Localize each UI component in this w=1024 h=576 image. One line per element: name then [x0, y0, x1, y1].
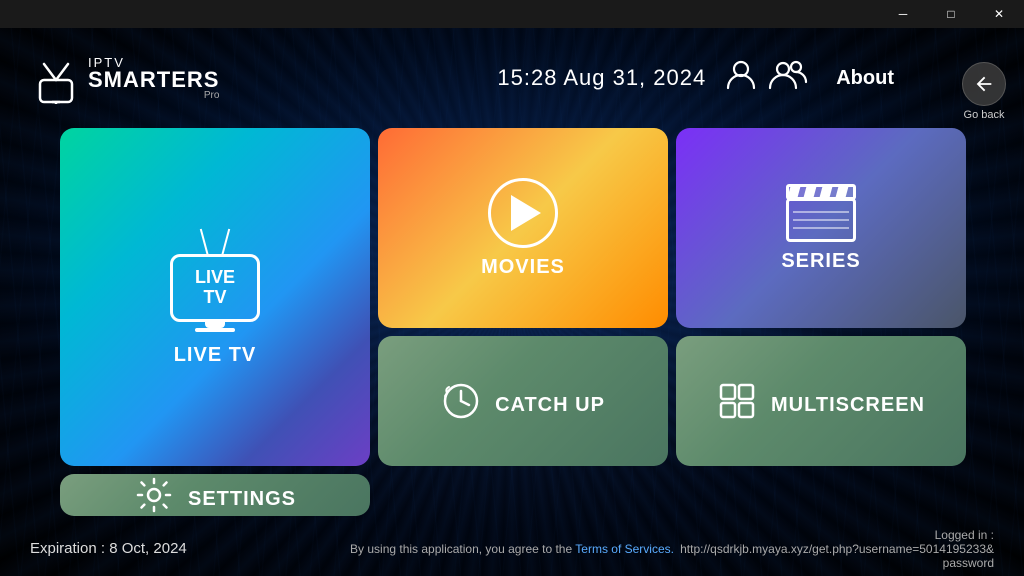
- cards-grid: LIVETV LIVE TV MOVIES: [60, 128, 964, 516]
- tv-inner-text: LIVETV: [195, 268, 235, 308]
- tv-stand: [205, 322, 225, 328]
- datetime: 15:28 Aug 31, 2024: [497, 65, 706, 91]
- about-button[interactable]: About: [826, 63, 904, 94]
- multiscreen-icon: [717, 381, 757, 421]
- movies-label: MOVIES: [481, 256, 565, 279]
- terms-text: By using this application, you agree to …: [350, 542, 674, 556]
- tv-antenna: [207, 228, 223, 256]
- header-right: 15:28 Aug 31, 2024: [497, 58, 994, 99]
- logged-in-info: Logged in : http://qsdrkjb.myaya.xyz/get…: [674, 528, 994, 570]
- catchup-label: CATCH UP: [495, 394, 605, 417]
- livetv-label: LIVE TV: [174, 344, 257, 367]
- header: IPTV SMARTERS Pro 15:28 Aug 31, 2024: [0, 28, 1024, 128]
- clock-icon: [441, 381, 481, 421]
- play-triangle: [511, 195, 541, 231]
- person-svg: [724, 58, 758, 92]
- settings-icon: [134, 475, 174, 515]
- clapper-stripe: [836, 187, 849, 197]
- clapper-main: [786, 198, 856, 242]
- settings-label: SETTINGS: [188, 488, 296, 511]
- logo-text: IPTV SMARTERS Pro: [88, 56, 219, 101]
- footer: Expiration : 8 Oct, 2024 By using this a…: [0, 521, 1024, 576]
- clapper-line: [793, 219, 849, 221]
- logo-smarters: SMARTERS: [88, 69, 219, 91]
- multiscreen-card[interactable]: MULTISCREEN: [676, 336, 966, 466]
- header-icons: [724, 58, 808, 99]
- clapper-stripe: [820, 187, 833, 197]
- titlebar: ─ □ ✕: [0, 0, 1024, 28]
- logged-in-label: Logged in :: [935, 528, 994, 542]
- main-area: Go back IPTV SMARTERS Pro 15:28 Aug 31, …: [0, 28, 1024, 576]
- antenna-left: [200, 228, 209, 256]
- clapper-line: [793, 227, 849, 229]
- tv-base: [195, 328, 235, 332]
- livetv-icon: LIVETV: [170, 228, 260, 332]
- logged-in-url: http://qsdrkjb.myaya.xyz/get.php?usernam…: [680, 542, 994, 570]
- settings-card[interactable]: SETTINGS: [60, 474, 370, 516]
- clapper-stripe: [788, 187, 801, 197]
- profile-icon[interactable]: [724, 58, 758, 99]
- clapper-icon: [786, 184, 856, 242]
- clapper-line: [793, 211, 849, 213]
- terms-link[interactable]: Terms of Services.: [575, 542, 674, 556]
- expiry-text: Expiration : 8 Oct, 2024: [30, 540, 187, 557]
- goback-button[interactable]: [962, 62, 1006, 106]
- tv-body: LIVETV: [170, 254, 260, 322]
- goback-area: Go back: [944, 56, 1024, 121]
- series-label: SERIES: [781, 250, 860, 273]
- maximize-button[interactable]: □: [928, 0, 974, 28]
- goback-label: Go back: [964, 109, 1005, 121]
- movies-card[interactable]: MOVIES: [378, 128, 668, 328]
- logo-icon: [30, 52, 82, 104]
- antenna-right: [221, 228, 230, 256]
- series-card[interactable]: SERIES: [676, 128, 966, 328]
- terms-prefix: By using this application, you agree to …: [350, 542, 575, 556]
- clapper-stripe: [804, 187, 817, 197]
- multiscreen-label: MULTISCREEN: [771, 394, 925, 417]
- logo: IPTV SMARTERS Pro: [30, 52, 219, 104]
- livetv-card[interactable]: LIVETV LIVE TV: [60, 128, 370, 466]
- close-button[interactable]: ✕: [976, 0, 1022, 28]
- goback-icon: [973, 73, 995, 95]
- multiuser-svg: [768, 58, 808, 92]
- play-icon: [488, 178, 558, 248]
- multiuser-icon[interactable]: [768, 58, 808, 99]
- logo-pro: Pro: [88, 91, 219, 101]
- minimize-button[interactable]: ─: [880, 0, 926, 28]
- catchup-card[interactable]: CATCH UP: [378, 336, 668, 466]
